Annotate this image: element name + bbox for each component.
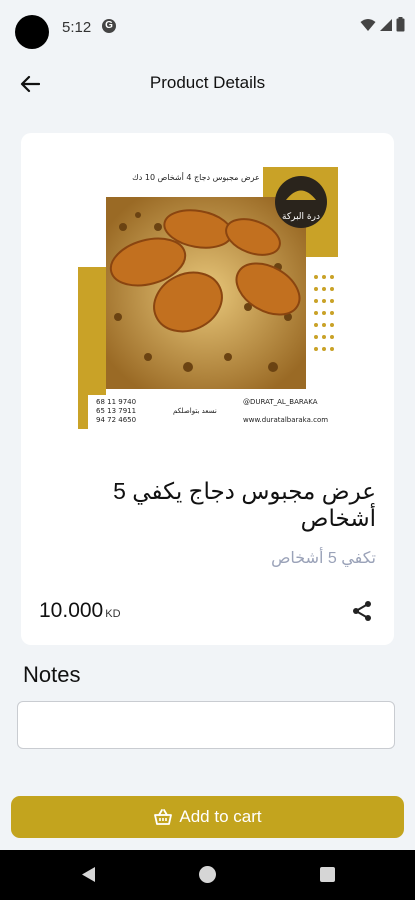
nav-back-icon[interactable] (80, 866, 96, 883)
delivery-text: نسعد بتواصلكم (173, 407, 217, 415)
page-title: Product Details (149, 73, 266, 92)
battery-icon (396, 17, 405, 32)
product-image[interactable]: درة البركة عرض مجبوس دجاج 4 أشخاص 10 دك … (78, 167, 338, 429)
signal-icon (380, 18, 392, 31)
product-photo: درة البركة عرض مجبوس دجاج 4 أشخاص 10 دك … (78, 167, 338, 429)
website-text: www.duratalbaraka.com (243, 416, 328, 424)
wifi-icon (360, 18, 376, 31)
notes-input[interactable] (17, 701, 395, 749)
status-icons (360, 17, 405, 32)
product-price: 10.000 KD (39, 599, 121, 623)
logo-brand-text: درة البركة (282, 212, 320, 222)
nav-recents-icon[interactable] (320, 867, 335, 882)
product-description: تكفي 5 أشخاص (271, 550, 376, 567)
offer-text: عرض مجبوس دجاج 4 أشخاص 10 دك (132, 172, 260, 182)
status-g-icon: G (102, 19, 116, 33)
add-to-cart-label: Add to cart (179, 807, 262, 826)
phone-2: 65 13 7911 (96, 407, 136, 415)
notes-label: Notes (23, 662, 81, 687)
share-icon (353, 601, 371, 621)
instagram-handle: @DURAT_AL_BARAKA (243, 398, 318, 406)
product-name: عرض مجبوس دجاج يكفي 5 أشخاص (113, 478, 376, 531)
app-bar: Product Details (0, 60, 415, 106)
nav-home-icon[interactable] (199, 866, 216, 883)
share-button[interactable] (350, 599, 374, 623)
system-nav-bar (0, 850, 415, 900)
phone-3: 94 72 4650 (96, 416, 136, 424)
price-currency: KD (105, 608, 121, 620)
phone-1: 68 11 9740 (96, 398, 136, 406)
add-to-cart-button[interactable]: Add to cart (11, 796, 404, 838)
status-time: 5:12 (62, 19, 92, 36)
basket-icon (154, 809, 173, 825)
product-card: درة البركة عرض مجبوس دجاج 4 أشخاص 10 دك … (21, 133, 394, 645)
camera-cutout (15, 15, 49, 49)
price-value: 10.000 (39, 599, 104, 622)
status-bar: 5:12 G (0, 0, 415, 56)
